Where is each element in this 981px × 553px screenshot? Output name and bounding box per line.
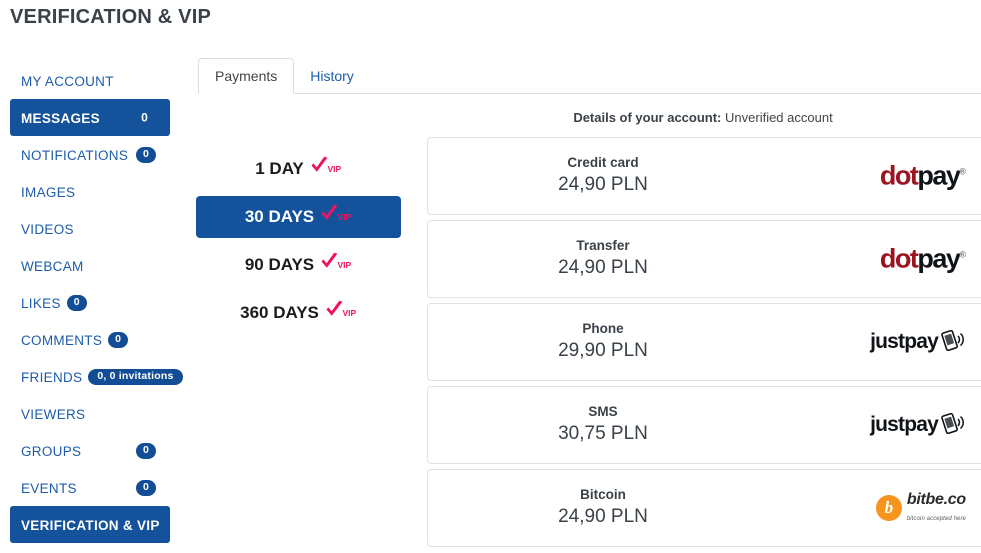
- payment-methods-list: Credit card 24,90 PLN dotpay® Transfer 24,90…: [427, 137, 981, 552]
- payment-method-name: Transfer: [576, 238, 630, 253]
- duration-label: 30 DAYS: [244, 207, 315, 226]
- payment-method-card[interactable]: Bitcoin 24,90 PLN b bitbe.co bitcoin accepte…: [427, 469, 981, 547]
- payment-provider-logo: dotpay®: [879, 243, 966, 274]
- sidebar-item-badge: 0: [135, 442, 156, 459]
- sidebar-item-badge: 0: [141, 110, 148, 124]
- sidebar-item-label: VIEWERS: [21, 406, 86, 422]
- justpay-logo: justpay: [870, 412, 966, 438]
- payment-method-card[interactable]: Phone 29,90 PLN justpay: [427, 303, 981, 381]
- payment-method-text: Bitcoin 24,90 PLN: [428, 486, 778, 530]
- vip-checkmark-icon: VIP: [320, 196, 352, 238]
- sidebar-item-badge: 0: [135, 146, 156, 163]
- sidebar-item-notifications[interactable]: NOTIFICATIONS 0: [10, 136, 170, 173]
- payment-method-name: Phone: [582, 321, 624, 336]
- sidebar-item-label: MESSAGES: [21, 110, 100, 126]
- dotpay-logo: dotpay®: [879, 160, 966, 191]
- payment-provider-logo: dotpay®: [879, 160, 966, 191]
- sidebar-item-images[interactable]: IMAGES: [10, 173, 170, 210]
- sidebar-item-groups[interactable]: GROUPS 0: [10, 432, 170, 469]
- account-details-value: Unverified account: [725, 110, 833, 125]
- tab-payments[interactable]: Payments: [198, 58, 295, 94]
- sidebar-item-likes[interactable]: LIKES 0: [10, 284, 170, 321]
- duration-label: 1 DAY: [255, 159, 304, 178]
- vip-checkmark-icon: VIP: [325, 292, 357, 334]
- sidebar-item-friends[interactable]: FRIENDS 0, 0 invitations: [10, 358, 183, 395]
- sidebar-item-label: COMMENTS: [21, 332, 103, 348]
- duration-option-360-days[interactable]: 360 DAYS VIP: [196, 292, 401, 334]
- payment-method-price: 24,90 PLN: [558, 257, 648, 278]
- sidebar-item-comments[interactable]: COMMENTS 0: [10, 321, 170, 358]
- sidebar-item-label: VIDEOS: [21, 221, 74, 237]
- sidebar-item-label: MY ACCOUNT: [21, 73, 114, 89]
- account-details-line: Details of your account: Unverified acco…: [425, 110, 981, 125]
- bitbe-tagline: bitcoin accepted here: [906, 516, 966, 522]
- duration-option-30-days[interactable]: 30 DAYS VIP: [196, 196, 401, 238]
- bitbe-name: bitbe.co: [906, 491, 966, 508]
- vip-checkmark-icon: VIP: [310, 148, 342, 190]
- payment-method-price: 29,90 PLN: [558, 340, 648, 361]
- payment-method-name: SMS: [588, 404, 618, 419]
- svg-text:VIP: VIP: [327, 164, 341, 174]
- sidebar-item-badge: 0: [135, 479, 156, 496]
- page-title: VERIFICATION & VIP: [10, 6, 212, 28]
- payment-method-name: Credit card: [567, 155, 639, 170]
- sidebar-item-viewers[interactable]: VIEWERS: [10, 395, 170, 432]
- dotpay-logo: dotpay®: [879, 243, 966, 274]
- sidebar-item-messages[interactable]: MESSAGES 0: [10, 99, 170, 136]
- payment-method-text: Transfer 24,90 PLN: [428, 237, 778, 281]
- payment-method-price: 30,75 PLN: [558, 423, 648, 444]
- sidebar-item-label: FRIENDS: [21, 369, 83, 385]
- sidebar-item-events[interactable]: EVENTS 0: [10, 469, 170, 506]
- duration-label: 360 DAYS: [240, 303, 319, 322]
- duration-option-90-days[interactable]: 90 DAYS VIP: [196, 244, 401, 286]
- sidebar-item-badge: 0: [108, 332, 129, 349]
- payment-provider-logo: justpay: [870, 329, 966, 355]
- sidebar-item-label: WEBCAM: [21, 258, 84, 274]
- payment-method-card[interactable]: Transfer 24,90 PLN dotpay®: [427, 220, 981, 298]
- duration-label: 90 DAYS: [244, 255, 315, 274]
- svg-text:VIP: VIP: [338, 260, 352, 270]
- sidebar-item-label: IMAGES: [21, 184, 76, 200]
- sidebar-item-videos[interactable]: VIDEOS: [10, 210, 170, 247]
- tab-history[interactable]: History: [294, 59, 370, 95]
- phone-signal-icon: [940, 412, 966, 438]
- payment-method-name: Bitcoin: [580, 487, 626, 502]
- payment-method-text: Phone 29,90 PLN: [428, 320, 778, 364]
- duration-option-1-day[interactable]: 1 DAY VIP: [196, 148, 401, 190]
- bitcoin-coin-icon: b: [875, 495, 902, 521]
- payment-method-card[interactable]: Credit card 24,90 PLN dotpay®: [427, 137, 981, 215]
- payment-method-price: 24,90 PLN: [558, 506, 648, 527]
- svg-text:VIP: VIP: [342, 308, 356, 318]
- sidebar-item-label: VERIFICATION & VIP: [21, 517, 160, 533]
- tab-bar: Payments History: [198, 58, 981, 94]
- sidebar-item-label: GROUPS: [21, 443, 82, 459]
- phone-signal-icon: [940, 329, 966, 355]
- account-details-label: Details of your account:: [573, 110, 722, 125]
- sidebar-item-label: NOTIFICATIONS: [21, 147, 129, 163]
- duration-options: 1 DAY VIP 30 DAYS VIP 90 DAYS VIP 360 DAYS VIP: [196, 148, 401, 340]
- payment-provider-logo: b bitbe.co bitcoin accepted here: [875, 491, 966, 524]
- payment-method-text: Credit card 24,90 PLN: [428, 154, 778, 198]
- sidebar-item-badge: 0: [66, 295, 87, 312]
- payment-provider-logo: justpay: [870, 412, 966, 438]
- sidebar-item-my-account[interactable]: MY ACCOUNT: [10, 62, 170, 99]
- sidebar: MY ACCOUNT MESSAGES 0 NOTIFICATIONS 0 IMAGES V…: [10, 62, 183, 543]
- sidebar-item-badge: 0, 0 invitations: [88, 369, 183, 386]
- bitbe-logo: b bitbe.co bitcoin accepted here: [875, 491, 966, 524]
- svg-text:VIP: VIP: [338, 212, 352, 222]
- sidebar-item-label: LIKES: [21, 295, 61, 311]
- payment-method-text: SMS 30,75 PLN: [428, 403, 778, 447]
- payment-method-price: 24,90 PLN: [558, 174, 648, 195]
- sidebar-item-label: EVENTS: [21, 480, 77, 496]
- sidebar-item-webcam[interactable]: WEBCAM: [10, 247, 170, 284]
- justpay-logo: justpay: [870, 329, 966, 355]
- payment-method-card[interactable]: SMS 30,75 PLN justpay: [427, 386, 981, 464]
- vip-checkmark-icon: VIP: [320, 244, 352, 286]
- sidebar-item-verification-vip[interactable]: VERIFICATION & VIP: [10, 506, 170, 543]
